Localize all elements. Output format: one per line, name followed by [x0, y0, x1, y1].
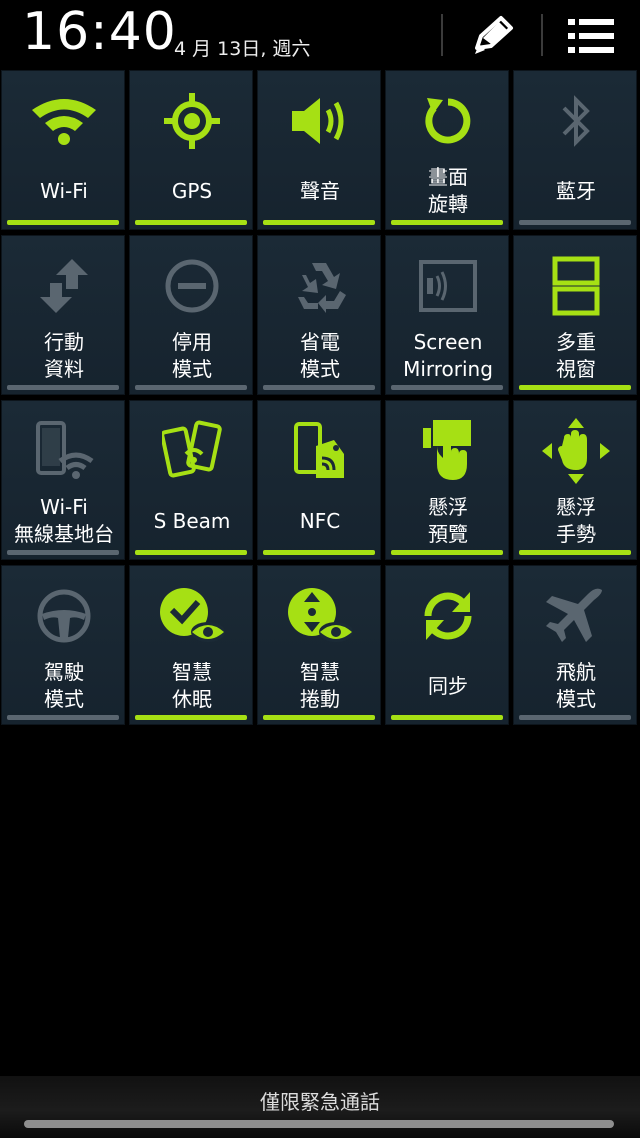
toggle-label: 聲音: [300, 178, 340, 203]
toggle-state-indicator: [7, 220, 119, 225]
toggle-state-indicator: [135, 220, 247, 225]
date: 4 月 13日, 週六: [174, 38, 311, 60]
toggle-state-indicator: [7, 550, 119, 555]
toggle-label: 省電 模式: [300, 330, 340, 381]
settings-list-button[interactable]: [546, 8, 636, 64]
divider: [441, 14, 443, 56]
drag-handle[interactable]: [24, 1120, 614, 1128]
toggle-rotate[interactable]: 畫面 旋轉: [385, 70, 509, 230]
s-beam-icon: [130, 415, 254, 487]
toggle-state-indicator: [391, 715, 503, 720]
toggle-bluetooth[interactable]: 藍牙: [513, 70, 637, 230]
toggle-label: S Beam: [153, 508, 231, 533]
air-gesture-icon: [514, 415, 638, 487]
blocking-icon: [130, 250, 254, 322]
toggle-air-view[interactable]: 懸浮 預覽: [385, 400, 509, 560]
toggle-label: 行動 資料: [44, 330, 84, 381]
toggle-state-indicator: [391, 550, 503, 555]
toggle-state-indicator: [263, 715, 375, 720]
toggle-air-gesture[interactable]: 懸浮 手勢: [513, 400, 637, 560]
smart-scroll-icon: [258, 580, 382, 652]
smart-stay-icon: [130, 580, 254, 652]
nfc-icon: [258, 415, 382, 487]
data-arrows-icon: [2, 250, 126, 322]
clock: 16:40: [22, 2, 177, 62]
rotate-icon: [386, 85, 510, 157]
toggle-state-indicator: [135, 385, 247, 390]
toggle-label: Screen Mirroring: [403, 330, 493, 381]
divider: [541, 14, 543, 56]
recycle-icon: [258, 250, 382, 322]
toggle-smart-stay[interactable]: 智慧 休眠: [129, 565, 253, 725]
toggle-state-indicator: [263, 385, 375, 390]
toggle-label: NFC: [299, 508, 341, 533]
toggle-sound[interactable]: 聲音: [257, 70, 381, 230]
toggle-label: 飛航 模式: [556, 660, 596, 711]
toggle-flight-mode[interactable]: 飛航 模式: [513, 565, 637, 725]
toggle-label: 智慧 休眠: [172, 660, 212, 711]
toggle-state-indicator: [7, 715, 119, 720]
toggle-label: 智慧 捲動: [300, 660, 340, 711]
toggle-state-indicator: [135, 715, 247, 720]
wifi-icon: [2, 85, 126, 157]
emergency-call-label: 僅限緊急通話: [260, 1090, 380, 1114]
toggle-blocking[interactable]: 停用 模式: [129, 235, 253, 395]
toggle-state-indicator: [391, 220, 503, 225]
toggle-label: Wi-Fi 無線基地台: [14, 495, 114, 546]
toggle-label: 懸浮 預覽: [428, 495, 468, 546]
screen-mirroring-icon: [386, 250, 510, 322]
toggle-state-indicator: [135, 550, 247, 555]
toggle-gps[interactable]: GPS: [129, 70, 253, 230]
notification-header: 16:40 4 月 13日, 週六: [0, 0, 640, 68]
hotspot-icon: [2, 415, 126, 487]
toggle-smart-scroll[interactable]: 智慧 捲動: [257, 565, 381, 725]
sync-icon: [386, 580, 510, 652]
toggle-label: GPS: [171, 178, 213, 203]
toggle-state-indicator: [519, 220, 631, 225]
toggle-label: 多重 視窗: [556, 330, 596, 381]
toggle-label: 停用 模式: [172, 330, 212, 381]
list-icon: [568, 19, 614, 53]
toggle-wifi[interactable]: Wi-Fi: [1, 70, 125, 230]
toggle-state-indicator: [519, 715, 631, 720]
toggle-label: 同步: [428, 673, 468, 698]
toggle-label: 懸浮 手勢: [556, 495, 596, 546]
toggle-state-indicator: [519, 385, 631, 390]
toggle-mobile-data[interactable]: 行動 資料: [1, 235, 125, 395]
toggle-label: 畫面 旋轉: [428, 165, 468, 216]
toggle-multi-window[interactable]: 多重 視窗: [513, 235, 637, 395]
toggle-screen-mirroring[interactable]: Screen Mirroring: [385, 235, 509, 395]
toggle-state-indicator: [391, 385, 503, 390]
multi-window-icon: [514, 250, 638, 322]
toggle-state-indicator: [263, 220, 375, 225]
steering-wheel-icon: [2, 580, 126, 652]
toggle-state-indicator: [7, 385, 119, 390]
pencil-icon: [475, 16, 513, 54]
toggle-wifi-hotspot[interactable]: Wi-Fi 無線基地台: [1, 400, 125, 560]
toggle-nfc[interactable]: NFC: [257, 400, 381, 560]
toggle-state-indicator: [263, 550, 375, 555]
emergency-call-bar[interactable]: 僅限緊急通話: [0, 1076, 640, 1138]
toggle-label: 藍牙: [556, 178, 596, 203]
gps-icon: [130, 85, 254, 157]
edit-button[interactable]: [448, 8, 538, 64]
bluetooth-icon: [514, 85, 638, 157]
toggle-driving-mode[interactable]: 駕駛 模式: [1, 565, 125, 725]
toggle-label: Wi-Fi: [40, 178, 88, 203]
air-view-icon: [386, 415, 510, 487]
toggle-s-beam[interactable]: S Beam: [129, 400, 253, 560]
toggle-state-indicator: [519, 550, 631, 555]
speaker-icon: [258, 85, 382, 157]
toggle-sync[interactable]: 同步: [385, 565, 509, 725]
airplane-icon: [514, 580, 638, 652]
toggle-power-saving[interactable]: 省電 模式: [257, 235, 381, 395]
toggle-label: 駕駛 模式: [44, 660, 84, 711]
